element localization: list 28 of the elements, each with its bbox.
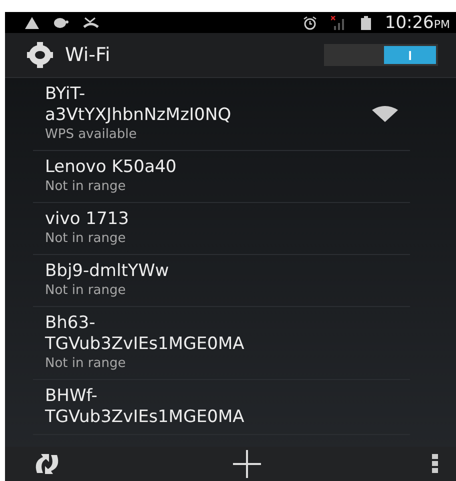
clock-time: 10:26PM [384, 12, 450, 32]
network-item[interactable]: BYiT- a3VtYXJhbnNzMzI0NQ WPS available [33, 78, 410, 151]
alarm-icon [302, 16, 317, 30]
network-item[interactable]: vivo 1713 Not in range [33, 203, 410, 255]
network-item[interactable]: Bbj9-dmltYWw Not in range [33, 255, 410, 307]
network-status: Not in range [45, 178, 127, 196]
network-status: Not in range [45, 355, 127, 373]
network-status: Not in range [45, 282, 127, 300]
network-item[interactable]: Bh63- TGVub3ZvIEs1MGE0MA Not in range [33, 307, 410, 380]
network-item[interactable]: Lenovo K50a40 Not in range [33, 151, 410, 203]
network-name: Bh63- TGVub3ZvIEs1MGE0MA [45, 313, 246, 355]
add-icon[interactable] [232, 450, 260, 478]
settings-icon [25, 42, 55, 68]
network-name: Lenovo K50a40 [45, 157, 178, 178]
network-item[interactable]: BHWf- TGVub3ZvIEs1MGE0MA [33, 380, 410, 435]
screen-title: Wi-Fi [65, 44, 110, 66]
network-name: BYiT- a3VtYXJhbnNzMzI0NQ [45, 84, 232, 126]
network-name: vivo 1713 [45, 209, 130, 230]
network-name: BHWf- TGVub3ZvIEs1MGE0MA [45, 386, 246, 428]
warning-icon [25, 16, 39, 28]
missed-call-icon [83, 16, 99, 28]
overflow-menu-icon[interactable] [432, 454, 438, 474]
network-status: Not in range [45, 230, 127, 248]
no-signal-icon [330, 16, 347, 30]
network-status: WPS available [45, 126, 138, 144]
battery-icon [360, 16, 371, 30]
chat-bubble-icon [53, 16, 69, 28]
network-name: Bbj9-dmltYWw [45, 261, 170, 282]
